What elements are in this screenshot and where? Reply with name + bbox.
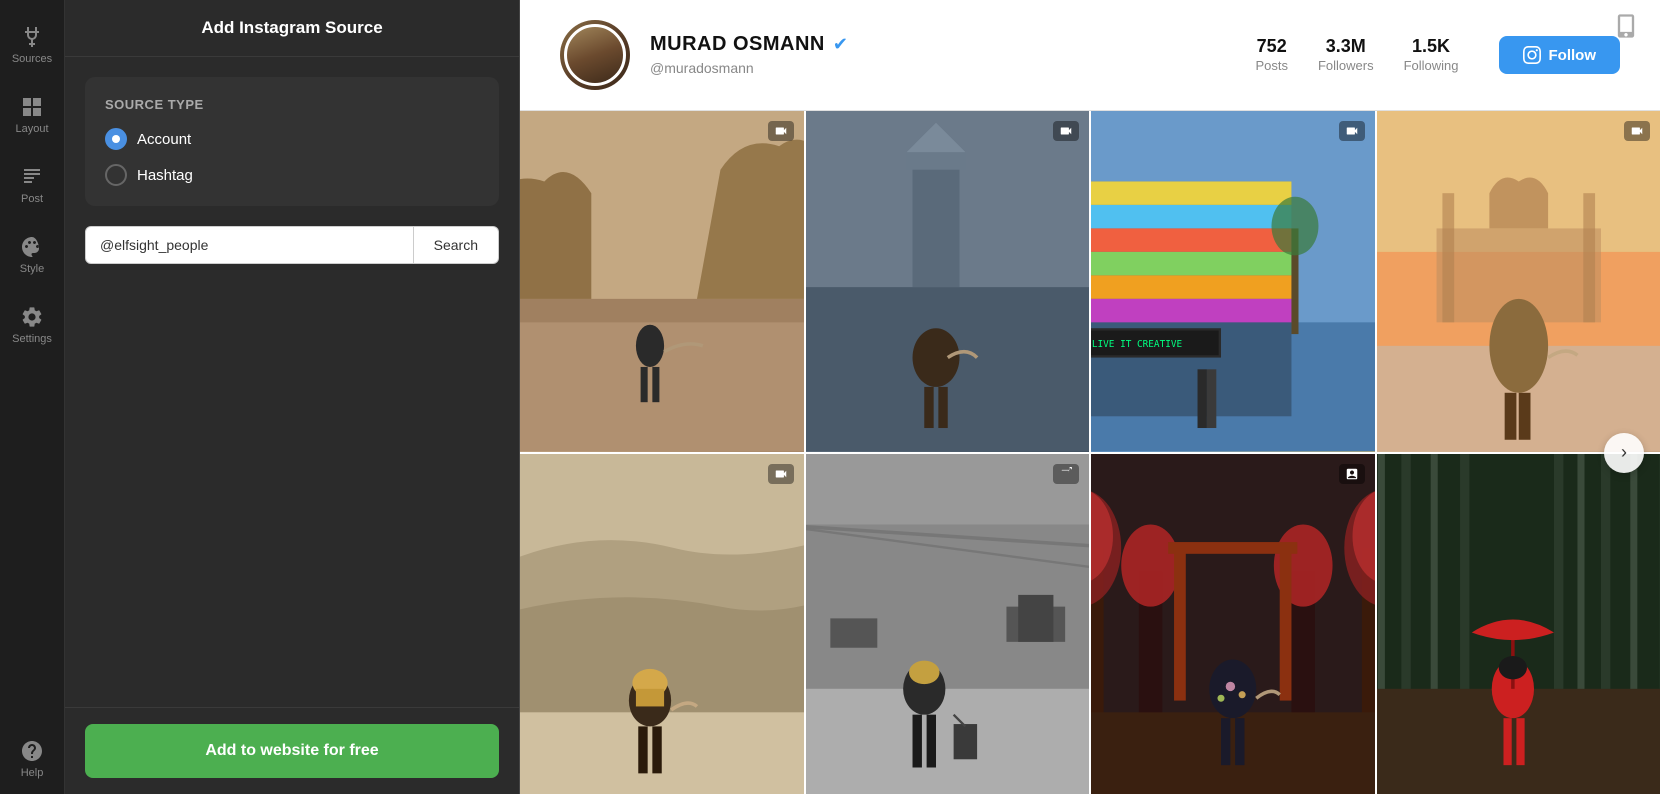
posts-label: Posts — [1255, 58, 1288, 73]
radio-hashtag-circle[interactable] — [105, 164, 127, 186]
svg-text:LIVE IT CREATIVE: LIVE IT CREATIVE — [1092, 339, 1183, 350]
radio-hashtag[interactable]: Hashtag — [105, 164, 479, 186]
image-grid: LIVE IT CREATIVE — [520, 111, 1660, 794]
grid-image-7 — [1091, 454, 1375, 794]
grid-image-3: LIVE IT CREATIVE — [1091, 111, 1375, 452]
stat-posts: 752 Posts — [1255, 36, 1288, 75]
grid-cell-6[interactable] — [806, 454, 1090, 794]
add-website-button[interactable]: Add to website for free — [85, 724, 499, 778]
profile-header: MURAD OSMANN ✔ @muradosmann 752 Posts 3.… — [520, 0, 1660, 111]
grid-cell-4[interactable] — [1377, 111, 1660, 452]
sidebar-item-layout[interactable]: Layout — [0, 80, 65, 150]
followers-value: 3.3M — [1318, 36, 1374, 57]
posts-value: 752 — [1255, 36, 1288, 57]
grid-image-6 — [806, 454, 1090, 794]
instagram-icon — [1523, 46, 1541, 64]
sidebar: Sources Layout Post Style Settings Help — [0, 0, 65, 794]
sidebar-item-sources[interactable]: Sources — [0, 10, 65, 80]
profile-name-row: MURAD OSMANN ✔ — [650, 33, 1215, 56]
source-panel: Add Instagram Source Source Type Account… — [65, 0, 520, 794]
profile-info: MURAD OSMANN ✔ @muradosmann — [650, 33, 1215, 78]
radio-account-label: Account — [137, 131, 191, 148]
panel-footer: Add to website for free — [65, 707, 519, 794]
style-icon — [20, 235, 44, 259]
following-value: 1.5K — [1404, 36, 1459, 57]
sidebar-item-post[interactable]: Post — [0, 150, 65, 220]
sidebar-item-style[interactable]: Style — [0, 220, 65, 290]
grid-image-4 — [1377, 111, 1660, 452]
profile-username: @muradosmann — [650, 60, 754, 76]
source-type-label: Source Type — [105, 97, 479, 112]
media-indicator-2 — [1053, 121, 1079, 141]
verified-badge: ✔ — [833, 34, 848, 55]
profile-stats: 752 Posts 3.3M Followers 1.5K Following — [1255, 36, 1458, 75]
grid-image-5 — [520, 454, 804, 794]
search-row: Search — [85, 226, 499, 264]
layout-icon — [20, 95, 44, 119]
search-input[interactable] — [85, 226, 414, 264]
grid-cell-8[interactable] — [1377, 454, 1660, 794]
avatar-image — [564, 24, 626, 86]
media-indicator-5 — [768, 464, 794, 484]
followers-label: Followers — [1318, 58, 1374, 73]
sidebar-label-settings: Settings — [12, 333, 52, 345]
next-arrow[interactable]: › — [1604, 433, 1644, 473]
sidebar-label-sources: Sources — [12, 53, 52, 65]
media-indicator-1 — [768, 121, 794, 141]
media-indicator-7 — [1339, 464, 1365, 484]
grid-cell-2[interactable] — [806, 111, 1090, 452]
sidebar-label-help: Help — [21, 767, 44, 779]
search-button[interactable]: Search — [414, 226, 499, 264]
panel-body: Source Type Account Hashtag Search — [65, 57, 519, 707]
grid-cell-5[interactable] — [520, 454, 804, 794]
grid-image-8 — [1377, 454, 1660, 794]
sidebar-label-layout: Layout — [15, 123, 48, 135]
plug-icon — [20, 25, 44, 49]
grid-image-1 — [520, 111, 804, 452]
source-type-card: Source Type Account Hashtag — [85, 77, 499, 206]
sidebar-label-post: Post — [21, 193, 43, 205]
stat-following: 1.5K Following — [1404, 36, 1459, 75]
follow-label: Follow — [1549, 47, 1597, 64]
help-icon — [20, 739, 44, 763]
grid-cell-3[interactable]: LIVE IT CREATIVE — [1091, 111, 1375, 452]
sidebar-label-style: Style — [20, 263, 44, 275]
radio-account-circle[interactable] — [105, 128, 127, 150]
radio-account[interactable]: Account — [105, 128, 479, 150]
gear-icon — [20, 305, 44, 329]
grid-cell-1[interactable] — [520, 111, 804, 452]
sidebar-item-settings[interactable]: Settings — [0, 290, 65, 360]
post-icon — [20, 165, 44, 189]
profile-name: MURAD OSMANN — [650, 33, 825, 56]
sidebar-item-help[interactable]: Help — [0, 724, 65, 794]
stat-followers: 3.3M Followers — [1318, 36, 1374, 75]
grid-cell-7[interactable] — [1091, 454, 1375, 794]
following-label: Following — [1404, 58, 1459, 73]
follow-button[interactable]: Follow — [1499, 36, 1621, 74]
media-indicator-3 — [1339, 121, 1365, 141]
mobile-preview-icon[interactable] — [1612, 12, 1640, 45]
radio-hashtag-label: Hashtag — [137, 167, 193, 184]
media-indicator-6 — [1053, 464, 1079, 484]
avatar — [560, 20, 630, 90]
grid-image-2 — [806, 111, 1090, 452]
mobile-icon — [1612, 12, 1640, 40]
main-content: MURAD OSMANN ✔ @muradosmann 752 Posts 3.… — [520, 0, 1660, 794]
media-indicator-4 — [1624, 121, 1650, 141]
panel-title: Add Instagram Source — [65, 0, 519, 57]
